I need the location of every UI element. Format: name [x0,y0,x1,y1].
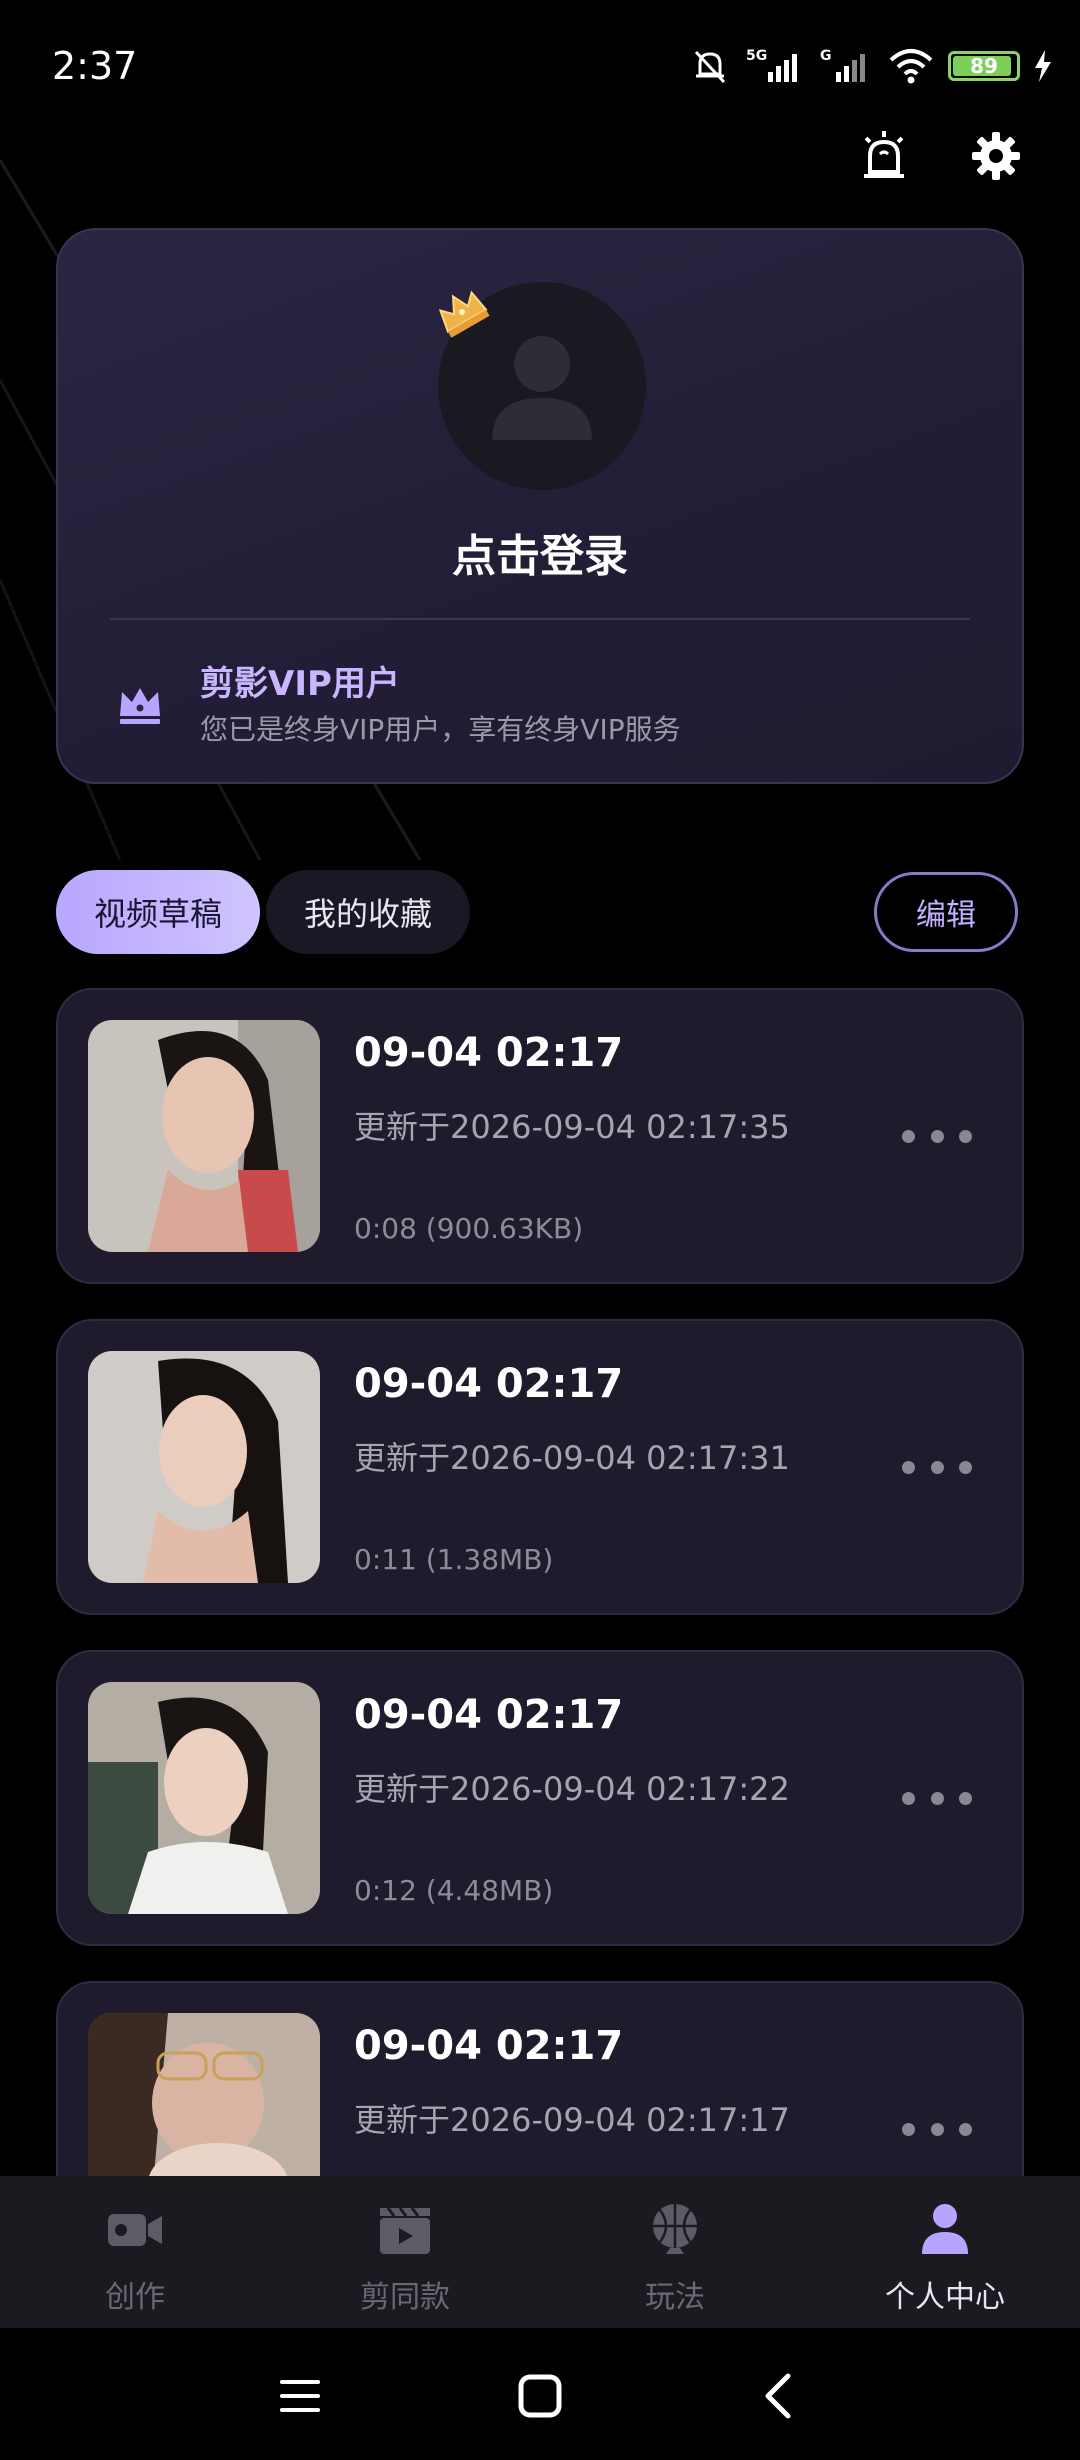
nav-label: 个人中心 [885,2280,1005,2315]
draft-item[interactable]: 09-04 02:17 更新于2026-09-04 02:17:35 0:08 … [56,988,1024,1284]
settings-button[interactable] [968,128,1024,184]
profile-card: 点击登录 剪影VIP用户 您已是终身VIP用户，享有终身VIP服务 [56,228,1024,784]
draft-duration-size: 0:12 (4.48MB) [354,1874,554,1907]
nav-label: 剪同款 [360,2280,450,2315]
draft-thumbnail[interactable] [88,1351,320,1583]
portrait-thumbnail-image [88,1682,320,1914]
nav-item-create[interactable]: 创作 [0,2176,270,2328]
signal-5g-icon: 5G [746,48,797,82]
signal-g-icon: G [820,48,865,82]
battery-indicator: 89 [948,51,1020,81]
portrait-thumbnail-image [88,2013,320,2176]
nav-item-templates[interactable]: 剪同款 [270,2176,540,2328]
bottom-navigation: 创作 剪同款 玩法 个人中心 [0,2176,1080,2328]
menu-icon[interactable] [272,2368,328,2424]
card-divider [110,618,970,620]
video-camera-icon [108,2214,162,2246]
system-navigation-bar [0,2328,1080,2460]
draft-item[interactable]: 09-04 02:17 更新于2026-09-04 02:17:22 0:12 … [56,1650,1024,1946]
clapperboard-icon [380,2207,430,2254]
more-options-button[interactable] [902,1778,972,1818]
portrait-thumbnail-image [88,1020,320,1252]
login-prompt[interactable]: 点击登录 [58,520,1022,584]
more-options-button[interactable] [902,1447,972,1487]
draft-thumbnail[interactable] [88,1020,320,1252]
vip-title: 剪影VIP用户 [200,664,400,704]
back-icon[interactable] [752,2368,808,2424]
gear-icon [972,132,1020,180]
mute-bell-icon [694,50,726,84]
tab-video-drafts[interactable]: 视频草稿 [56,870,261,954]
draft-updated-time: 更新于2026-09-04 02:17:17 [354,2101,790,2139]
draft-tabs: 视频草稿 我的收藏 [56,870,471,954]
vip-description: 您已是终身VIP用户，享有终身VIP服务 [200,713,681,746]
draft-duration-size: 0:08 (900.63KB) [354,1212,584,1245]
status-icons: 5G G 89 [690,44,1052,88]
draft-updated-time: 更新于2026-09-04 02:17:35 [354,1108,790,1146]
draft-thumbnail[interactable] [88,1682,320,1914]
charging-bolt-icon [1035,50,1051,82]
draft-title: 09-04 02:17 [354,1692,624,1738]
draft-title: 09-04 02:17 [354,1030,624,1076]
header-actions [856,128,1024,184]
nav-item-gameplay[interactable]: 玩法 [540,2176,810,2328]
draft-item[interactable]: 09-04 02:17 更新于2026-09-04 02:17:17 [56,1981,1024,2176]
draft-item[interactable]: 09-04 02:17 更新于2026-09-04 02:17:31 0:11 … [56,1319,1024,1615]
edit-button[interactable]: 编辑 [874,872,1018,952]
home-icon[interactable] [512,2368,568,2424]
draft-thumbnail[interactable] [88,2013,320,2176]
wifi-icon [889,49,933,84]
nav-item-profile[interactable]: 个人中心 [810,2176,1080,2328]
draft-list: 09-04 02:17 更新于2026-09-04 02:17:35 0:08 … [56,988,1024,2176]
alarm-button[interactable] [856,128,912,184]
draft-duration-size: 0:11 (1.38MB) [354,1543,554,1576]
draft-updated-time: 更新于2026-09-04 02:17:22 [354,1770,790,1808]
siren-icon [864,131,904,178]
more-options-button[interactable] [902,1116,972,1156]
draft-title: 09-04 02:17 [354,1361,624,1407]
more-options-button[interactable] [902,2109,972,2149]
portrait-thumbnail-image [88,1351,320,1583]
basketball-icon [653,2204,697,2254]
person-icon [922,2204,968,2254]
svg-text:5G: 5G [746,48,767,64]
vip-crown-icon [120,688,160,724]
nav-label: 玩法 [645,2280,705,2315]
status-time: 2:37 [52,44,138,88]
tab-my-favorites[interactable]: 我的收藏 [266,870,471,954]
nav-label: 创作 [105,2280,165,2315]
draft-title: 09-04 02:17 [354,2023,624,2069]
status-bar: 2:37 5G G 89 [0,0,1080,130]
battery-level: 89 [970,54,998,78]
draft-updated-time: 更新于2026-09-04 02:17:31 [354,1439,790,1477]
svg-text:G: G [820,48,832,64]
crown-badge-icon [438,290,490,338]
